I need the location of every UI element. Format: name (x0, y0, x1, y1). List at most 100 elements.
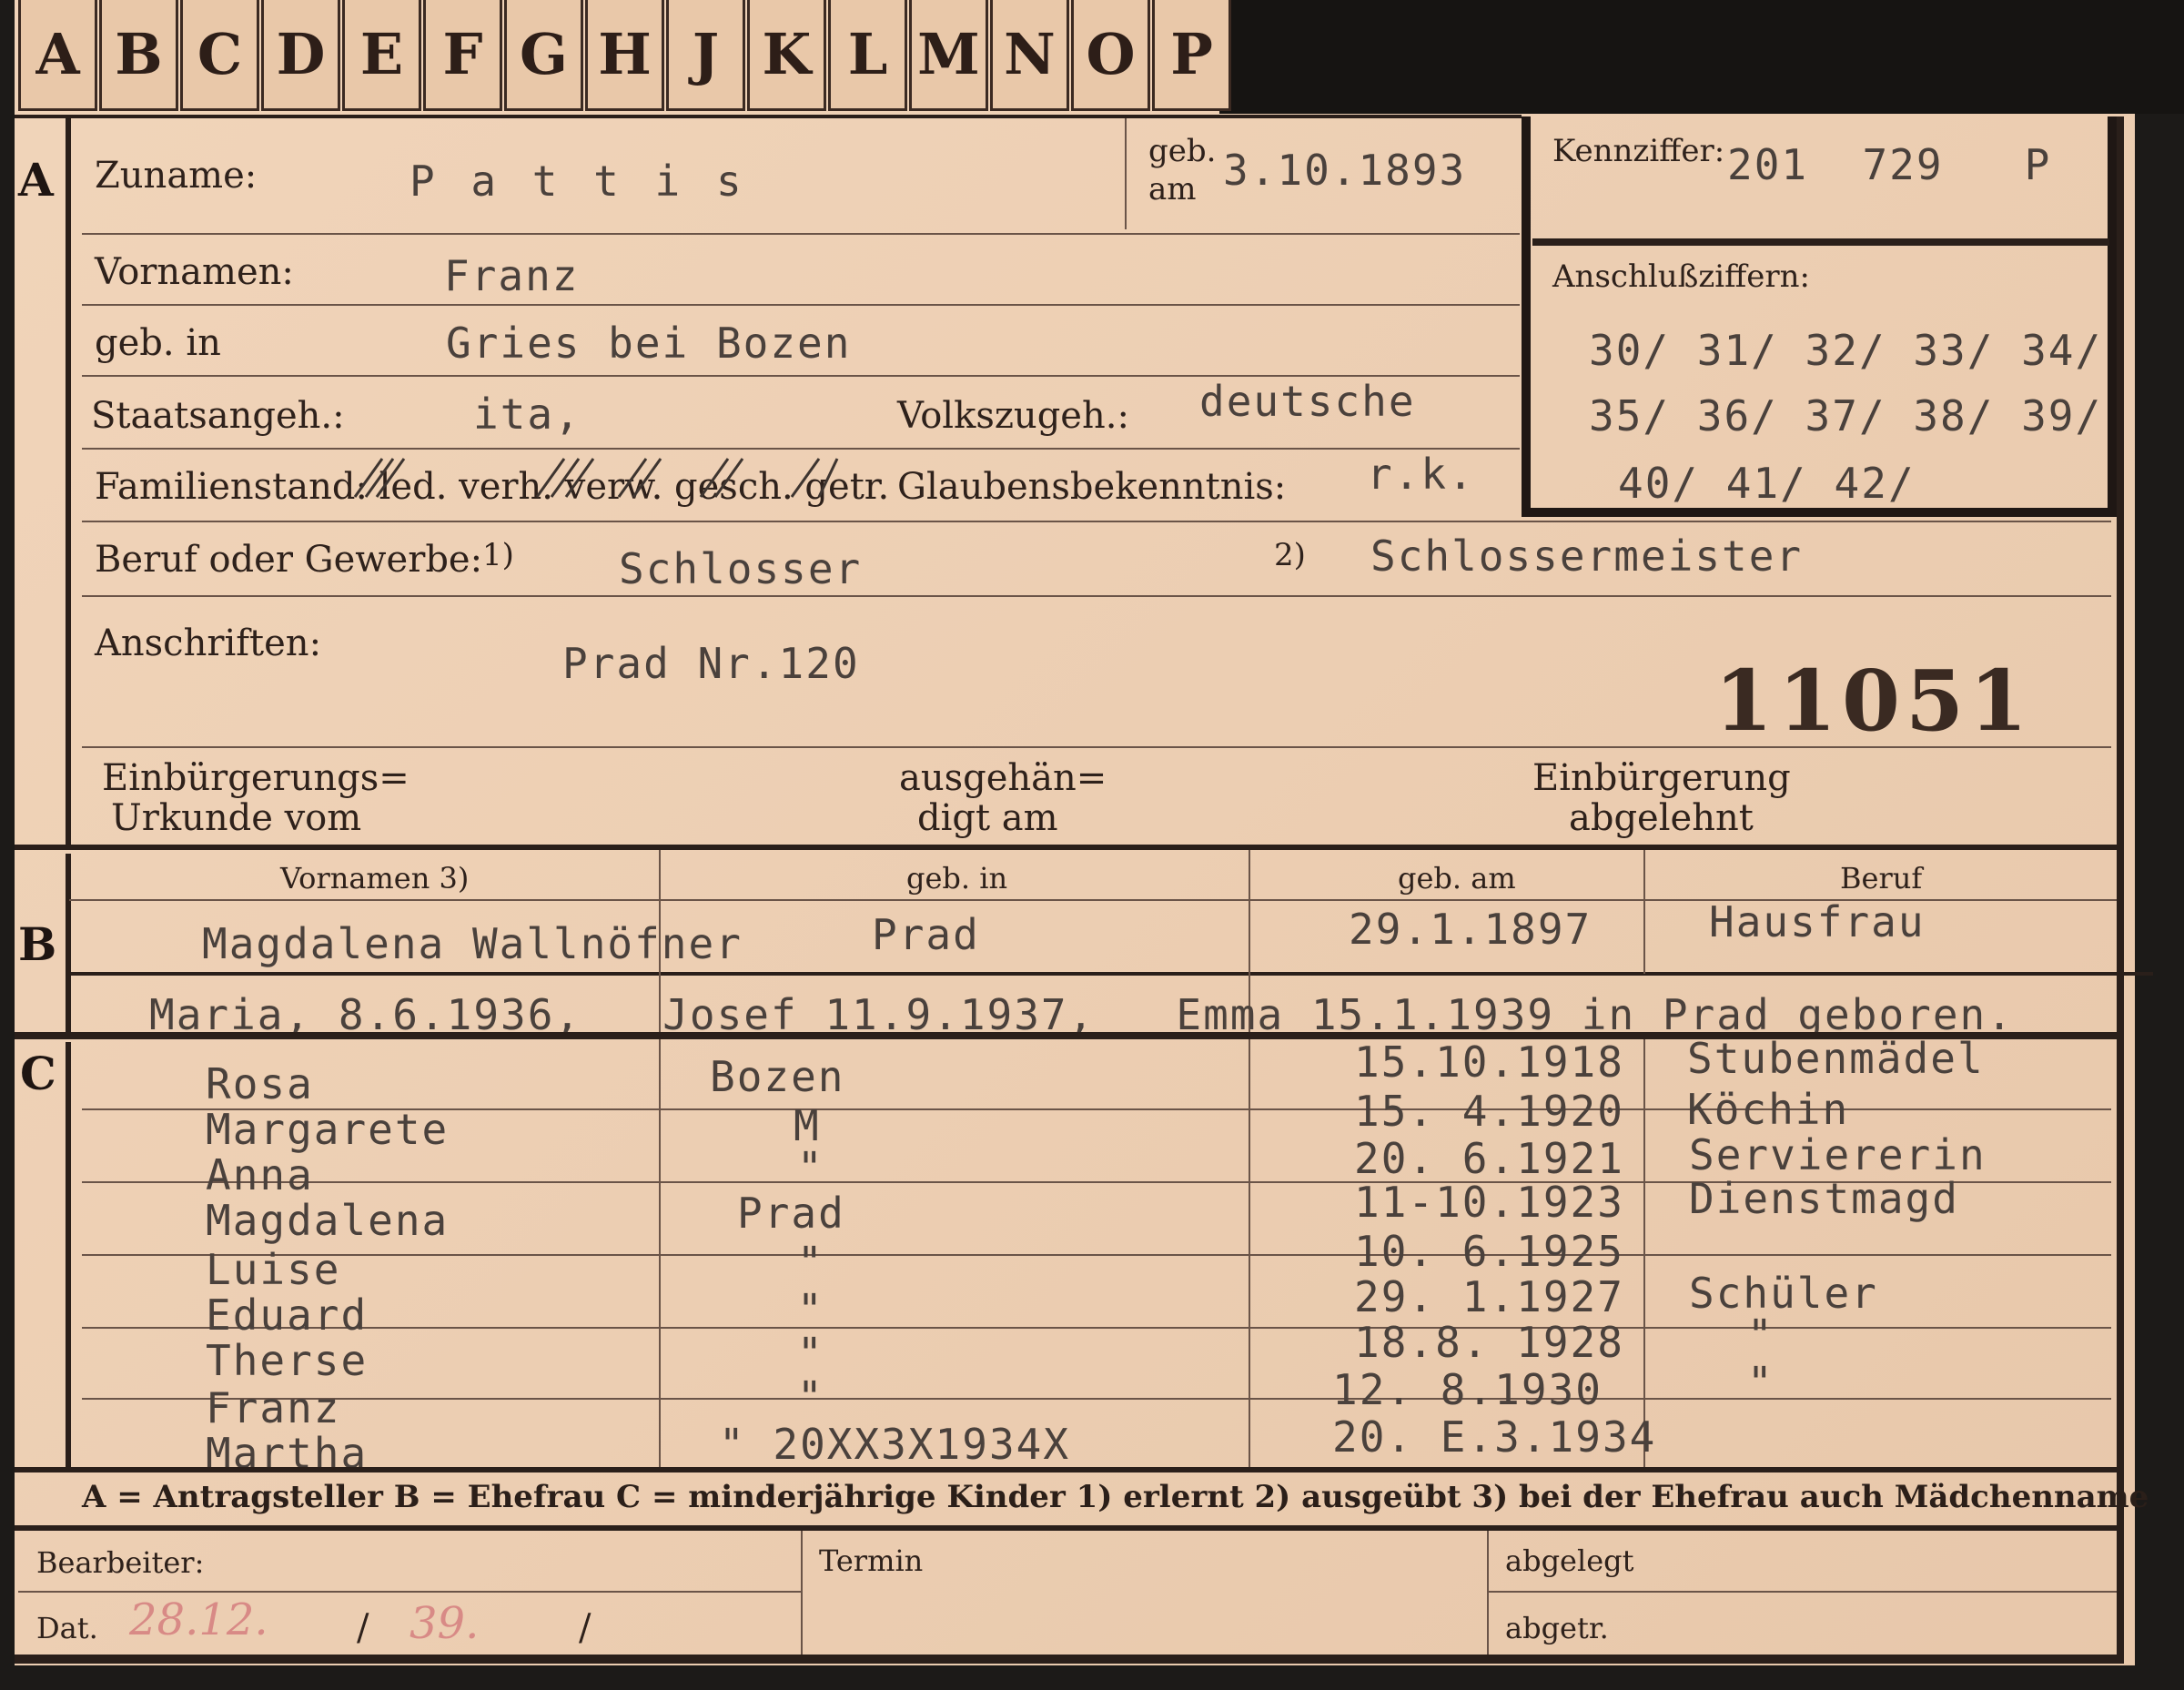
stamp-number: 11051 (1714, 652, 2034, 750)
child-date: 18.8. 1928 (1354, 1318, 1624, 1367)
child-name: Therse (206, 1336, 369, 1385)
glaubensbekenntnis-label: Glaubensbekenntnis: (897, 466, 1287, 508)
familienstand-strike-marks (353, 458, 839, 498)
rule-c-row3 (82, 1254, 2111, 1256)
child-place: Prad (737, 1189, 845, 1238)
rule-row6 (82, 595, 2111, 597)
child-beruf: Köchin (1687, 1085, 1850, 1134)
index-tab-k[interactable]: K (747, 0, 826, 111)
beruf-note-2: 2) (1274, 537, 1306, 573)
einbuergerungsurkunde-label-top: Einbürgerungs= (102, 757, 410, 799)
rule-legend-bottom (15, 1525, 2120, 1531)
beruf-note-1: 1) (482, 537, 514, 573)
zuname-value: P a t t i s (410, 157, 747, 206)
child-name: Eduard (206, 1290, 369, 1340)
index-tab-b[interactable]: B (99, 0, 178, 111)
volkszugeh-label: Volkszugeh.: (897, 395, 1129, 437)
einbuergerung-abgelehnt-label-bottom: abgelehnt (1569, 797, 1754, 839)
rule-legend-top (15, 1467, 2120, 1472)
rule-footer-row-right (1487, 1591, 2117, 1593)
spouse-header-geb-am: geb. am (1398, 861, 1516, 896)
index-tab-a[interactable]: A (18, 0, 97, 111)
index-tab-j[interactable]: J (666, 0, 745, 111)
index-tab-f[interactable]: F (423, 0, 502, 111)
spouse-header-vornamen: Vornamen 3) (280, 861, 470, 896)
index-tab-e[interactable]: E (342, 0, 421, 111)
index-tab-d[interactable]: D (261, 0, 340, 111)
child-beruf: Schüler (1689, 1269, 1878, 1318)
staatsangeh-label: Staatsangeh.: (91, 395, 345, 437)
index-tab-n[interactable]: N (990, 0, 1069, 111)
rule-kennziffer (1532, 238, 2109, 246)
volkszugeh-value: deutsche (1199, 377, 1416, 426)
child-beruf: " (1747, 1358, 1774, 1407)
section-letter-a: A (18, 153, 54, 207)
spouse-beruf: Hausfrau (1709, 897, 1926, 946)
vornamen-label: Vornamen: (95, 251, 294, 293)
child-name: Rosa (206, 1059, 314, 1108)
rule-b-col3 (1643, 850, 1645, 974)
rule-c-col2 (1249, 1039, 1250, 1467)
rule-geb-divider (1125, 118, 1127, 229)
anschlussziffern-line-2: 35/ 36/ 37/ 38/ 39/ (1589, 391, 2103, 440)
bearbeiter-label: Bearbeiter: (36, 1545, 205, 1580)
rule-bottom (15, 1655, 2120, 1664)
rule-left-b (66, 854, 71, 1036)
termin-label: Termin (819, 1543, 924, 1578)
vornamen-value: Franz (444, 251, 580, 300)
index-tab-g[interactable]: G (504, 0, 583, 111)
spouse-header-geb-in: geb. in (906, 861, 1008, 896)
rule-right (2117, 116, 2124, 1664)
rule-section-b-top (15, 845, 2120, 850)
rule-b-row (69, 972, 2153, 976)
beruf-label: Beruf oder Gewerbe: (95, 539, 483, 581)
rule-footer-col1 (801, 1531, 803, 1658)
geb-am-label-top: geb. (1148, 133, 1217, 169)
familienstand-strikeouts (353, 458, 839, 498)
index-tab-c[interactable]: C (180, 0, 259, 111)
rule-row2 (82, 304, 1520, 306)
child-date: 20. E.3.1934 (1332, 1412, 1657, 1462)
beruf-ausgeuebt-value: Schlossermeister (1370, 531, 1804, 581)
ausgehaendigt-label-top: ausgehän= (899, 757, 1107, 799)
child-place: Bozen (710, 1052, 845, 1101)
child-date: 12. 8.1930 (1332, 1365, 1603, 1414)
index-tab-o[interactable]: O (1071, 0, 1150, 111)
rule-left-c (66, 1042, 71, 1470)
child-name: Franz (206, 1383, 341, 1432)
index-tab-h[interactable]: H (585, 0, 664, 111)
beruf-erlernt-value: Schlosser (619, 544, 863, 593)
anschlussziffern-line-3: 40/ 41/ 42/ (1618, 459, 1916, 508)
ausgehaendigt-label-bottom: digt am (917, 797, 1058, 839)
dat-slash-1: / (357, 1607, 369, 1649)
child-beruf: Serviererin (1689, 1130, 1987, 1179)
rule-c-col1 (659, 1039, 661, 1467)
child-name: Margarete (206, 1105, 450, 1154)
child-place: " (797, 1285, 824, 1334)
geb-in-label: geb. in (95, 322, 221, 364)
rule-top (15, 115, 1522, 118)
child-date: 10. 6.1925 (1354, 1227, 1624, 1276)
rule-c-row5 (82, 1398, 2111, 1400)
child-date: 29. 1.1927 (1354, 1272, 1624, 1321)
index-tab-m[interactable]: M (909, 0, 988, 111)
section-letter-b: B (18, 917, 57, 971)
dat-slash-2: / (579, 1607, 592, 1649)
anschlussziffern-label: Anschlußziffern: (1552, 258, 1810, 295)
legend: A = Antragsteller B = Ehefrau C = minder… (82, 1479, 2149, 1515)
section-letter-c: C (20, 1047, 56, 1100)
zuname-label: Zuname: (95, 155, 258, 197)
geb-am-label-bottom: am (1148, 171, 1197, 207)
child-place: " (797, 1143, 824, 1192)
child-place: " 20XX3X1934X (719, 1420, 1071, 1469)
staatsangeh-value: ita, (473, 390, 581, 439)
child-date: 15. 4.1920 (1354, 1087, 1624, 1136)
rule-c-col3 (1643, 1039, 1645, 1467)
child-beruf: Dienstmagd (1689, 1174, 1959, 1223)
index-tab-l[interactable]: L (828, 0, 907, 111)
index-tab-p[interactable]: P (1152, 0, 1231, 111)
child-beruf: Stubenmädel (1687, 1034, 1985, 1083)
abgelegt-label: abgelegt (1505, 1543, 1634, 1578)
rule-footer-row-left (18, 1591, 801, 1593)
anschrift-value: Prad Nr.120 (562, 639, 860, 688)
